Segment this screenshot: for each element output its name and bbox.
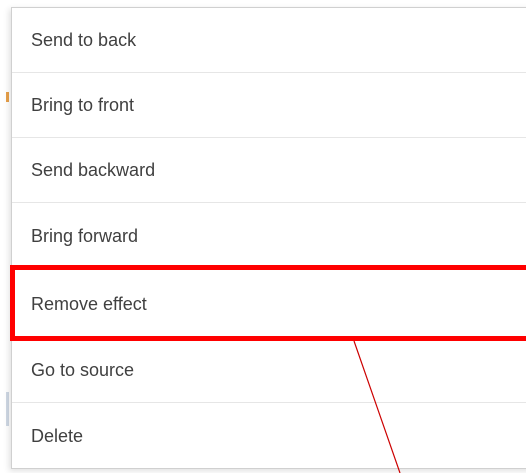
background-fragment [6,92,9,102]
menu-item-label: Delete [31,426,84,446]
menu-item-bring-forward[interactable]: Bring forward [12,204,526,269]
menu-item-label: Send to back [31,29,137,50]
menu-item-send-backward[interactable]: Send backward [12,138,526,203]
menu-item-label: Go to source [31,359,135,380]
menu-item-label: Remove effect [31,293,147,314]
background-fragment [6,392,9,426]
menu-item-delete[interactable]: Delete [12,404,526,469]
menu-item-label: Bring to front [31,94,135,115]
menu-item-bring-to-front[interactable]: Bring to front [12,73,526,138]
menu-item-go-to-source[interactable]: Go to source [12,338,526,403]
context-menu: Send to back Bring to front Send backwar… [11,7,526,469]
menu-item-send-to-back[interactable]: Send to back [12,8,526,73]
menu-item-remove-effect[interactable]: Remove effect [12,272,526,337]
menu-item-label: Bring forward [31,225,139,246]
menu-item-label: Send backward [31,159,156,180]
